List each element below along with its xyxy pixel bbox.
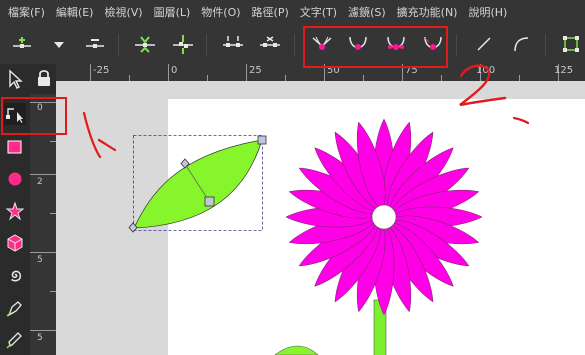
flower-center[interactable] bbox=[371, 204, 397, 230]
annotation-box-node-tool bbox=[1, 97, 67, 135]
drawing-layer bbox=[82, 64, 530, 355]
node-handle[interactable] bbox=[204, 196, 215, 207]
annotation-box-node-types bbox=[303, 26, 448, 68]
annotation-number-one bbox=[82, 111, 117, 159]
annotation-number-two bbox=[459, 64, 507, 107]
path-node[interactable] bbox=[257, 135, 267, 145]
bottom-leaf[interactable] bbox=[274, 345, 319, 355]
annotation-dash bbox=[512, 116, 530, 125]
